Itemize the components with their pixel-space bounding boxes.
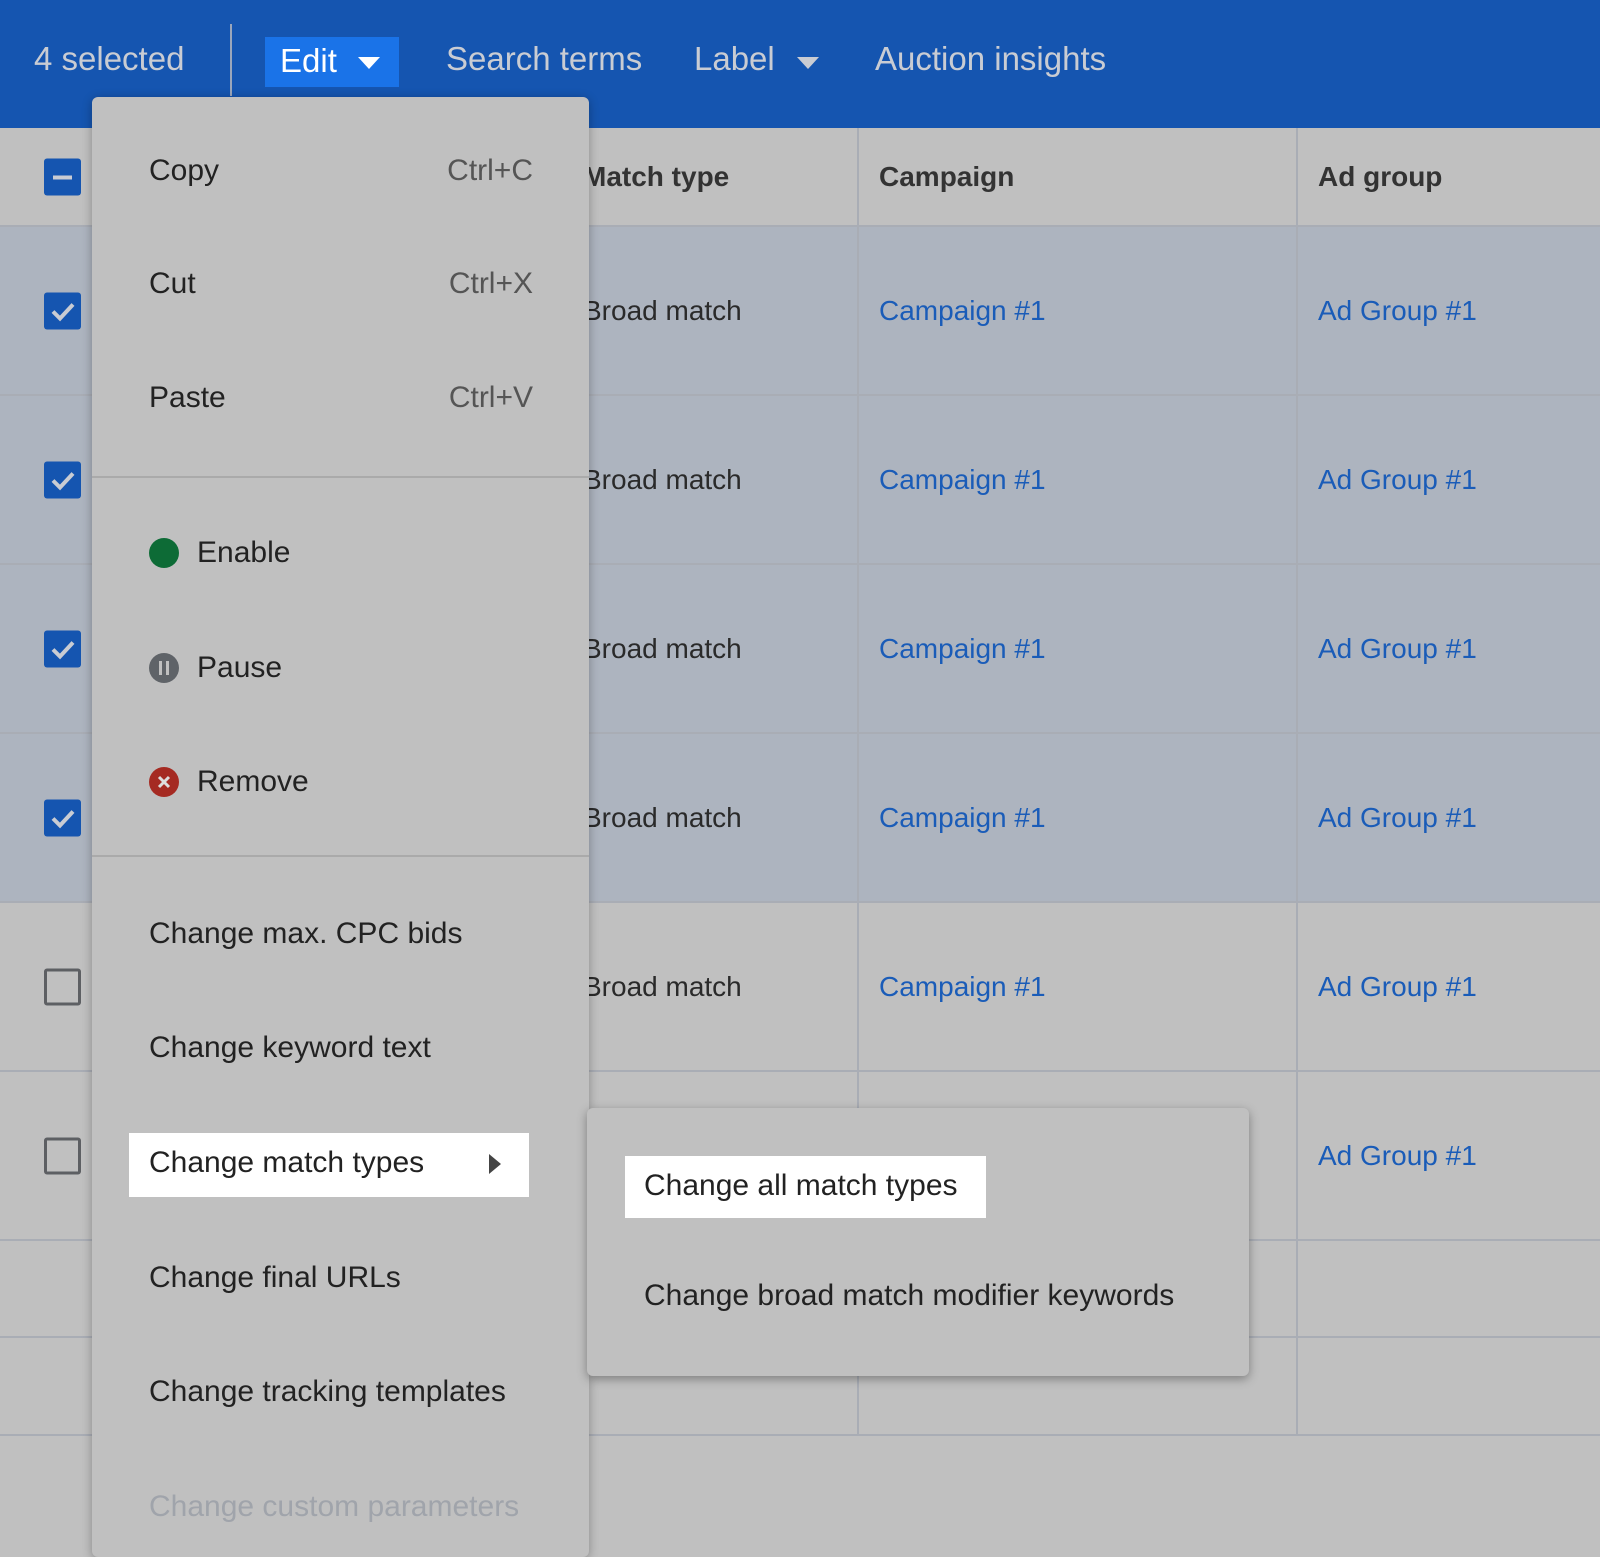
- ad-group-link[interactable]: Ad Group #1: [1318, 633, 1477, 665]
- change-final-urls-label: Change final URLs: [149, 1261, 401, 1294]
- label-button[interactable]: Label: [694, 40, 775, 78]
- dropdown-arrow-icon: [358, 57, 380, 69]
- selected-count: 4 selected: [34, 40, 185, 77]
- row-checkbox[interactable]: [44, 799, 81, 836]
- submenu-item-change-bmm-keywords[interactable]: Change broad match modifier keywords: [644, 1279, 1174, 1313]
- row-checkbox[interactable]: [44, 1137, 81, 1174]
- auction-insights-button[interactable]: Auction insights: [875, 40, 1106, 78]
- campaign-link[interactable]: Campaign #1: [879, 802, 1046, 834]
- campaign-link[interactable]: Campaign #1: [879, 971, 1046, 1003]
- remove-label: Remove: [197, 765, 309, 798]
- ad-group-link[interactable]: Ad Group #1: [1318, 295, 1477, 327]
- campaign-link[interactable]: Campaign #1: [879, 295, 1046, 327]
- search-terms-button[interactable]: Search terms: [446, 40, 642, 78]
- match-type-cell: Broad match: [583, 294, 742, 326]
- enabled-status-icon: [149, 538, 179, 568]
- checkmark-icon: [51, 471, 75, 490]
- row-checkbox[interactable]: [44, 461, 81, 498]
- toolbar-divider: [230, 24, 232, 96]
- change-bids-label: Change max. CPC bids: [149, 917, 463, 950]
- paste-label: Paste: [149, 381, 226, 414]
- ad-group-link[interactable]: Ad Group #1: [1318, 464, 1477, 496]
- menu-item-change-match-types[interactable]: Change match types: [129, 1133, 529, 1197]
- checkmark-icon: [51, 640, 75, 659]
- select-all-checkbox[interactable]: [44, 158, 81, 195]
- pause-icon: [149, 653, 179, 683]
- label-dropdown-arrow-icon[interactable]: [797, 57, 819, 69]
- enable-label: Enable: [197, 536, 291, 569]
- submenu-arrow-icon: [489, 1154, 501, 1174]
- column-divider: [1296, 128, 1298, 1436]
- column-header-campaign[interactable]: Campaign: [879, 161, 1014, 193]
- column-header-ad-group[interactable]: Ad group: [1318, 161, 1442, 193]
- row-checkbox[interactable]: [44, 630, 81, 667]
- row-checkbox[interactable]: [44, 292, 81, 329]
- match-type-cell: Broad match: [583, 463, 742, 495]
- remove-icon: [149, 767, 179, 797]
- edit-label: Edit: [280, 42, 337, 79]
- ad-group-link[interactable]: Ad Group #1: [1318, 802, 1477, 834]
- change-all-label: Change all match types: [644, 1169, 958, 1202]
- campaign-link[interactable]: Campaign #1: [879, 464, 1046, 496]
- ad-group-link[interactable]: Ad Group #1: [1318, 971, 1477, 1003]
- menu-divider: [92, 855, 589, 857]
- change-custom-parameters-label: Change custom parameters: [149, 1490, 520, 1523]
- copy-label: Copy: [149, 154, 220, 187]
- match-type-cell: Broad match: [583, 632, 742, 664]
- menu-divider: [92, 476, 589, 478]
- submenu-item-change-all-match-types[interactable]: Change all match types: [625, 1156, 986, 1218]
- column-header-match-type[interactable]: Match type: [583, 161, 729, 193]
- ad-group-link[interactable]: Ad Group #1: [1318, 1140, 1477, 1172]
- cut-shortcut: Ctrl+X: [448, 267, 533, 300]
- match-type-cell: Broad match: [583, 801, 742, 833]
- checkmark-icon: [51, 302, 75, 321]
- match-type-cell: Broad match: [583, 970, 742, 1002]
- checkmark-icon: [51, 809, 75, 828]
- match-types-submenu: Change all match types Change broad matc…: [587, 1108, 1249, 1376]
- change-keyword-text-label: Change keyword text: [149, 1031, 431, 1064]
- edit-menu: Copy Ctrl+C Cut Ctrl+X Paste Ctrl+V Enable …: [92, 97, 589, 1557]
- row-checkbox[interactable]: [44, 968, 81, 1005]
- edit-button[interactable]: Edit: [265, 37, 399, 87]
- paste-shortcut: Ctrl+V: [448, 381, 533, 414]
- campaign-link[interactable]: Campaign #1: [879, 633, 1046, 665]
- copy-shortcut: Ctrl+C: [447, 154, 533, 187]
- pause-label: Pause: [197, 651, 283, 684]
- change-tracking-templates-label: Change tracking templates: [149, 1375, 506, 1408]
- cut-label: Cut: [149, 267, 196, 300]
- change-match-types-label: Change match types: [149, 1146, 425, 1179]
